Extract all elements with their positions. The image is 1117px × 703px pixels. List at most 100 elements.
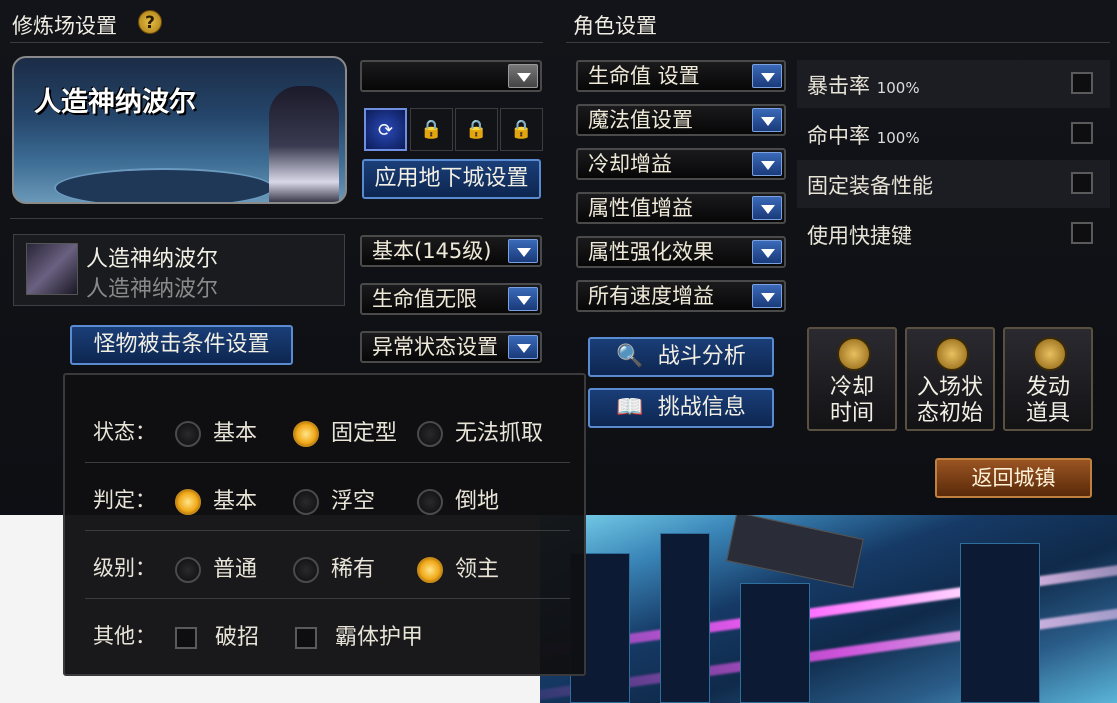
lock-icon: 🔒 [410, 108, 453, 151]
element-enhance-dropdown[interactable]: 属性强化效果 [576, 236, 786, 268]
mp-setting-dropdown[interactable]: 魔法值设置 [576, 104, 786, 136]
clock-icon [837, 337, 871, 371]
level-dropdown[interactable]: 基本(145级) [360, 235, 542, 267]
challenge-info-label: 挑战信息 [657, 395, 746, 420]
crit-rate-label: 暴击率 100% [807, 74, 920, 98]
item-line2: 道具 [1025, 401, 1070, 426]
state-option-ungrabbable[interactable]: 无法抓取 [417, 415, 543, 447]
portrait-name: 人造神纳波尔 [34, 87, 196, 118]
divider [10, 42, 543, 43]
chevron-down-icon [752, 64, 782, 88]
search-icon: 🔍 [616, 344, 644, 369]
monster-card: 人造神纳波尔 人造神纳波尔 [13, 234, 345, 306]
speed-buff-dropdown[interactable]: 所有速度增益 [576, 280, 786, 312]
chevron-down-icon [508, 335, 538, 359]
fixed-gear-label: 固定装备性能 [807, 174, 933, 198]
dropdown-label: 所有速度增益 [588, 284, 714, 308]
item-line1: 发动 [1025, 375, 1070, 400]
dropdown-label: 属性强化效果 [588, 240, 714, 264]
state-row: 状态： 基本 固定型 无法抓取 [65, 395, 584, 463]
reset-line1: 入场状 [916, 375, 983, 400]
hit-condition-popup: 状态： 基本 固定型 无法抓取 判定： 基本 浮空 倒地 级别： 普通 稀有 领… [63, 373, 586, 676]
judgement-option-down[interactable]: 倒地 [417, 483, 499, 515]
radio-icon [417, 421, 443, 447]
super-armor-checkbox[interactable]: 霸体护甲 [295, 619, 423, 651]
divider [566, 42, 1110, 43]
radio-icon [293, 557, 319, 583]
hp-setting-dropdown[interactable]: 生命值 设置 [576, 60, 786, 92]
dropdown-label: 魔法值设置 [588, 108, 693, 132]
divider [10, 218, 543, 219]
chevron-down-icon [508, 239, 538, 263]
judgement-label: 判定： [93, 488, 156, 512]
lock-icon: 🔒 [455, 108, 498, 151]
other-label: 其他： [93, 624, 156, 648]
hit-condition-button[interactable]: 怪物被击条件设置 [70, 325, 293, 365]
cooldown-buff-dropdown[interactable]: 冷却增益 [576, 148, 786, 180]
chevron-down-icon [752, 152, 782, 176]
fixed-gear-checkbox[interactable] [1071, 172, 1093, 194]
hotkey-checkbox[interactable] [1071, 222, 1093, 244]
checkbox-icon [295, 627, 317, 649]
chevron-down-icon [508, 64, 538, 88]
checkbox-icon [175, 627, 197, 649]
attribute-buff-dropdown[interactable]: 属性值增益 [576, 192, 786, 224]
reset-state-button[interactable]: 入场状 态初始 [905, 327, 995, 431]
judgement-option-airborne[interactable]: 浮空 [293, 483, 375, 515]
dungeon-dropdown[interactable] [360, 60, 542, 92]
person-icon [935, 337, 969, 371]
return-town-button[interactable]: 返回城镇 [935, 458, 1092, 498]
hotkey-row: 使用快捷键 [797, 210, 1110, 258]
counter-checkbox[interactable]: 破招 [175, 619, 259, 651]
skill-slot-icon[interactable]: ⟳ [364, 108, 407, 151]
hit-rate-label: 命中率 100% [807, 124, 920, 148]
state-option-basic[interactable]: 基本 [175, 415, 257, 447]
battle-analysis-button[interactable]: 🔍 战斗分析 [588, 337, 774, 377]
cooldown-time-button[interactable]: 冷却 时间 [807, 327, 897, 431]
level-dropdown-value: 基本(145级) [372, 239, 492, 263]
radio-icon [417, 489, 443, 515]
crit-rate-checkbox[interactable] [1071, 72, 1093, 94]
grade-label: 级别： [93, 556, 156, 580]
boss-figure [269, 86, 339, 202]
crit-rate-row: 暴击率 100% [797, 60, 1110, 108]
status-dropdown-value: 异常状态设置 [372, 335, 498, 359]
grade-row: 级别： 普通 稀有 领主 [65, 531, 584, 599]
help-icon[interactable]: ? [138, 10, 162, 34]
grade-option-rare[interactable]: 稀有 [293, 551, 375, 583]
grade-option-boss[interactable]: 领主 [417, 551, 499, 583]
status-dropdown[interactable]: 异常状态设置 [360, 331, 542, 363]
chevron-down-icon [508, 287, 538, 311]
avatar [26, 243, 78, 295]
state-option-fixed[interactable]: 固定型 [293, 415, 397, 447]
training-settings-title: 修炼场设置 [12, 14, 117, 38]
challenge-info-button[interactable]: 📖 挑战信息 [588, 388, 774, 428]
judgement-option-basic[interactable]: 基本 [175, 483, 257, 515]
other-row: 其他： 破招 霸体护甲 [65, 599, 584, 667]
dungeon-portrait: 人造神纳波尔 [12, 56, 347, 204]
monster-name: 人造神纳波尔 [86, 247, 219, 272]
grade-option-normal[interactable]: 普通 [175, 551, 257, 583]
monster-subname: 人造神纳波尔 [86, 277, 219, 302]
radio-icon [293, 489, 319, 515]
book-icon: 📖 [616, 395, 644, 420]
dropdown-label: 冷却增益 [588, 152, 672, 176]
character-settings-title: 角色设置 [573, 14, 657, 38]
battle-analysis-label: 战斗分析 [657, 344, 746, 369]
chevron-down-icon [752, 284, 782, 308]
hotkey-label: 使用快捷键 [807, 224, 912, 248]
radio-icon [175, 557, 201, 583]
hp-dropdown-value: 生命值无限 [372, 287, 477, 311]
chevron-down-icon [752, 108, 782, 132]
hp-dropdown[interactable]: 生命值无限 [360, 283, 542, 315]
apply-dungeon-settings-button[interactable]: 应用地下城设置 [362, 159, 541, 199]
chevron-down-icon [752, 196, 782, 220]
hit-rate-checkbox[interactable] [1071, 122, 1093, 144]
radio-selected-icon [417, 557, 443, 583]
dropdown-label: 生命值 设置 [588, 64, 700, 88]
cooldown-line2: 时间 [829, 401, 874, 426]
cooldown-line1: 冷却 [829, 375, 874, 400]
use-item-button[interactable]: 发动 道具 [1003, 327, 1093, 431]
radio-selected-icon [293, 421, 319, 447]
sword-icon [1033, 337, 1067, 371]
